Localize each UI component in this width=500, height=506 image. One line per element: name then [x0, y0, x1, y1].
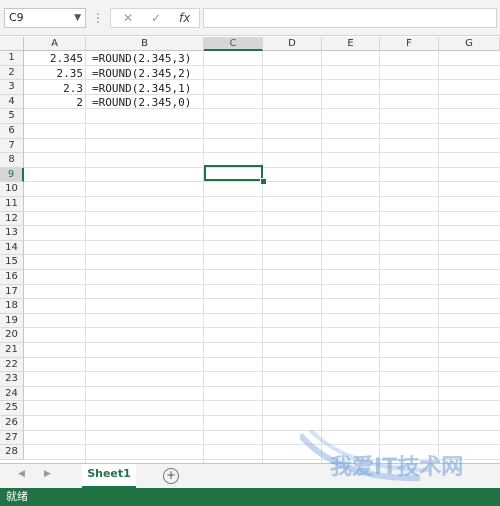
column-header-a[interactable]: A [24, 37, 86, 51]
row-header-10[interactable]: 10 [0, 182, 24, 197]
grid-line [24, 371, 500, 373]
grid-line [24, 123, 500, 124]
grid-line [24, 283, 500, 285]
grid-line [24, 239, 500, 241]
status-ready: 就绪 [6, 490, 28, 503]
row-header-11[interactable]: 11 [0, 197, 24, 212]
enter-icon[interactable]: ✓ [151, 9, 161, 27]
more-options-icon[interactable]: ⋮ [92, 9, 104, 27]
selected-cell-c9[interactable] [204, 165, 263, 181]
row-header-28[interactable]: 28 [0, 445, 24, 460]
row-header-19[interactable]: 19 [0, 313, 24, 329]
grid-line [24, 458, 500, 460]
row-header-7[interactable]: 7 [0, 138, 24, 154]
status-bar: 就绪 [0, 488, 500, 506]
column-header-f[interactable]: F [380, 37, 439, 51]
cell-b2[interactable]: =ROUND(2.345,2) [92, 67, 202, 81]
sheet-tab-sheet1[interactable]: Sheet1 [82, 464, 136, 488]
row-header-27[interactable]: 27 [0, 430, 24, 446]
grid-line [24, 196, 500, 197]
chevron-down-icon[interactable]: ▼ [74, 9, 81, 27]
cell-a4[interactable]: 2 [26, 96, 83, 110]
row-header-5[interactable]: 5 [0, 109, 24, 124]
grid-line [24, 254, 500, 256]
column-header-b[interactable]: B [86, 37, 204, 51]
column-header-g[interactable]: G [439, 37, 500, 51]
column-header-d[interactable]: D [263, 37, 322, 51]
row-header-21[interactable]: 21 [0, 343, 24, 358]
formula-tools: ✕ ✓ fx [110, 8, 200, 28]
row-header-3[interactable]: 3 [0, 80, 24, 95]
grid-line [24, 415, 500, 416]
row-header-14[interactable]: 14 [0, 240, 24, 256]
sheet-tab-bar: ◀ ▶ Sheet1 + [0, 463, 500, 488]
grid-line [24, 327, 500, 329]
row-header-2[interactable]: 2 [0, 65, 24, 81]
scroll-right-icon[interactable]: ▶ [44, 469, 51, 479]
row-header-9[interactable]: 9 [0, 167, 24, 183]
cell-b4[interactable]: =ROUND(2.345,0) [92, 96, 202, 110]
grid-line [24, 356, 500, 358]
row-header-15[interactable]: 15 [0, 255, 24, 270]
row-header-23[interactable]: 23 [0, 372, 24, 387]
cancel-icon[interactable]: ✕ [123, 9, 133, 27]
formula-bar: C9 ▼ ⋮ ✕ ✓ fx [0, 0, 500, 36]
grid-line [24, 137, 500, 139]
cell-a2[interactable]: 2.35 [26, 67, 84, 81]
row-header-17[interactable]: 17 [0, 284, 24, 300]
row-header-6[interactable]: 6 [0, 124, 24, 139]
cell-a1[interactable]: 2.345 [26, 52, 83, 66]
row-header-26[interactable]: 26 [0, 416, 24, 431]
row-header-16[interactable]: 16 [0, 270, 24, 285]
row-header-25[interactable]: 25 [0, 401, 24, 416]
grid-line [24, 342, 500, 343]
formula-input[interactable] [203, 8, 497, 28]
grid-line [24, 400, 500, 402]
grid-line [24, 385, 500, 387]
column-header-c[interactable]: C [204, 37, 263, 51]
grid-line [24, 269, 500, 270]
add-sheet-button[interactable]: + [163, 468, 179, 484]
row-header-4[interactable]: 4 [0, 94, 24, 110]
row-header-22[interactable]: 22 [0, 357, 24, 373]
cell-b1[interactable]: =ROUND(2.345,3) [92, 52, 202, 66]
grid-line [24, 152, 500, 154]
row-header-20[interactable]: 20 [0, 328, 24, 343]
select-all-corner[interactable] [0, 37, 24, 51]
row-header-1[interactable]: 1 [0, 51, 24, 66]
grid-line [24, 298, 500, 300]
row-header-13[interactable]: 13 [0, 226, 24, 241]
row-header-12[interactable]: 12 [0, 211, 24, 227]
row-header-18[interactable]: 18 [0, 299, 24, 314]
grid-line [24, 312, 500, 314]
row-header-8[interactable]: 8 [0, 153, 24, 168]
cell-b3[interactable]: =ROUND(2.345,1) [92, 82, 202, 96]
grid-line [24, 225, 500, 227]
grid-line [24, 429, 500, 431]
name-box[interactable]: C9 ▼ [4, 8, 86, 28]
column-header-e[interactable]: E [322, 37, 380, 51]
grid-line [24, 444, 500, 446]
name-box-value: C9 [9, 11, 24, 24]
insert-function-icon[interactable]: fx [179, 9, 190, 27]
scroll-left-icon[interactable]: ◀ [18, 469, 25, 479]
fill-handle[interactable] [260, 178, 267, 185]
grid-line [24, 210, 500, 212]
cell-a3[interactable]: 2.3 [26, 82, 83, 96]
row-header-24[interactable]: 24 [0, 386, 24, 402]
